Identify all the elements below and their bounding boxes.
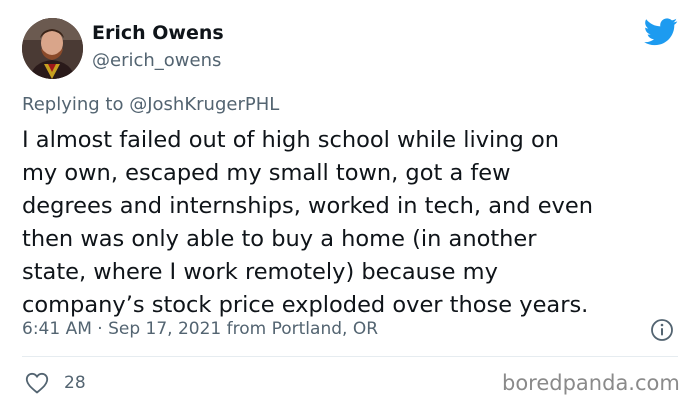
tweet-text-line: company’s stock price exploded over thos… [22, 292, 589, 318]
divider [22, 356, 678, 357]
tweet-text-line: my own, escaped my small town, got a few [22, 160, 511, 186]
user-handle[interactable]: @erich_owens [92, 50, 221, 71]
tweet-text: I almost failed out of high school while… [22, 124, 682, 322]
info-icon[interactable] [650, 318, 674, 342]
tweet-timestamp[interactable]: 6:41 AM · Sep 17, 2021 from Portland, OR [22, 319, 378, 339]
heart-icon[interactable] [25, 372, 49, 394]
tweet-text-line: degrees and internships, worked in tech,… [22, 193, 593, 219]
like-count: 28 [64, 373, 86, 393]
replying-prefix: Replying to [22, 94, 124, 115]
tweet-card: Erich Owens @erich_owens Replying to @Jo… [0, 0, 700, 410]
tweet-text-line: I almost failed out of high school while… [22, 127, 559, 153]
avatar[interactable] [22, 18, 83, 79]
twitter-bird-icon [644, 18, 678, 46]
watermark: boredpanda.com [502, 371, 680, 395]
replying-to: Replying to @JoshKrugerPHL [22, 94, 279, 115]
tweet-text-line: then was only able to buy a home (in ano… [22, 226, 537, 252]
display-name[interactable]: Erich Owens [92, 22, 224, 44]
reply-mention-link[interactable]: @JoshKrugerPHL [129, 94, 279, 115]
tweet-text-line: state, where I work remotely) because my [22, 259, 498, 285]
